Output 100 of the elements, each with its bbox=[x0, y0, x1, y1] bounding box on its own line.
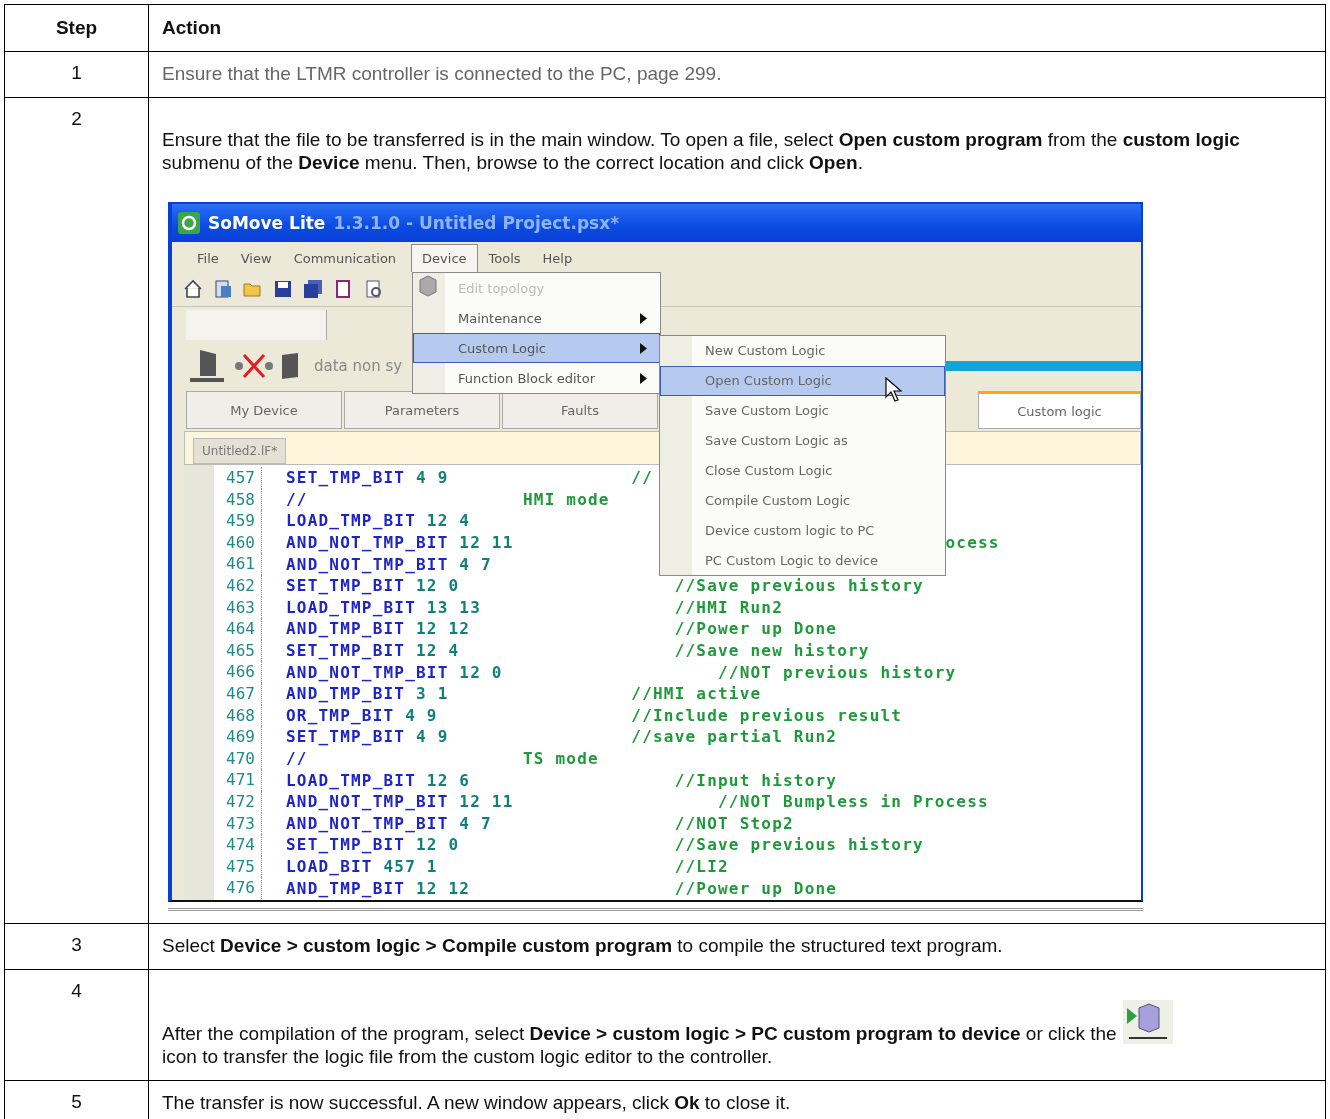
line-number: 469 bbox=[214, 726, 262, 748]
step-number: 1 bbox=[4, 51, 149, 98]
tab[interactable]: My Device bbox=[186, 391, 342, 429]
code-comment: TS mode bbox=[523, 749, 599, 768]
menu-item[interactable]: Device bbox=[411, 244, 478, 272]
instruction-text: icon to transfer the logic file from the custom logic editor to the controller. bbox=[162, 1045, 774, 1068]
window-title: SoMove Lite bbox=[208, 213, 326, 233]
line-number: 473 bbox=[214, 812, 262, 835]
menu-option[interactable]: PC Custom Logic to device bbox=[660, 545, 945, 576]
connection-status: data non sy bbox=[314, 357, 403, 375]
line-number: 462 bbox=[214, 574, 262, 597]
column-header: Step bbox=[4, 4, 149, 52]
instruction-text: After the compilation of the program, select Device > custom logic > PC custom program to device or click the bbox=[162, 1023, 1117, 1044]
code-comment: //Save new history bbox=[674, 641, 870, 661]
tab[interactable]: Parameters bbox=[344, 391, 500, 429]
app-logo-icon bbox=[178, 212, 200, 234]
menu-option[interactable]: New Custom Logic bbox=[660, 336, 945, 366]
home-icon[interactable] bbox=[182, 278, 204, 300]
code-line: OR_TMP_BIT 4 9 bbox=[286, 705, 439, 725]
step-number: 2 bbox=[4, 97, 149, 924]
code-line: SET_TMP_BIT 4 9 bbox=[286, 468, 450, 488]
code-comment: //save partial Run2 bbox=[631, 727, 838, 747]
line-number: 470 bbox=[214, 747, 262, 770]
menu-option[interactable]: Custom Logic bbox=[413, 333, 660, 363]
line-number: 461 bbox=[214, 553, 262, 575]
code-line: AND_TMP_BIT 3 1 bbox=[286, 684, 450, 704]
code-line: AND_TMP_BIT 12 12 bbox=[286, 619, 472, 639]
submenu-arrow-icon bbox=[640, 342, 647, 354]
code-line: AND_NOT_TMP_BIT 12 11 bbox=[286, 533, 515, 553]
code-line: SET_TMP_BIT 4 9 bbox=[286, 727, 450, 747]
menu-option[interactable]: Close Custom Logic bbox=[660, 455, 945, 486]
window-subtitle: 1.3.1.0 - Untitled Project.psx* bbox=[333, 213, 620, 233]
line-number: 475 bbox=[214, 855, 262, 878]
line-number: 459 bbox=[214, 510, 262, 532]
code-comment: // bbox=[631, 468, 653, 488]
line-number: 476 bbox=[214, 877, 262, 899]
line-number: 465 bbox=[214, 639, 262, 662]
line-number: 467 bbox=[214, 682, 262, 705]
menu-option[interactable]: Function Block editor bbox=[413, 363, 660, 393]
menu-option[interactable]: Maintenance bbox=[413, 303, 660, 333]
code-comment: //NOT Stop2 bbox=[674, 813, 794, 833]
menu-item[interactable]: Tools bbox=[477, 244, 532, 272]
code-comment: //NOT previous history bbox=[718, 662, 957, 682]
code-comment: //HMI Run2 bbox=[674, 597, 783, 617]
device-icon bbox=[280, 351, 300, 381]
menu-item[interactable]: File bbox=[186, 244, 230, 272]
code-comment: //Save previous history bbox=[674, 835, 924, 855]
document-tab[interactable]: Untitled2.lF* bbox=[193, 438, 287, 464]
code-comment: //LI2 bbox=[674, 857, 729, 876]
mouse-cursor-icon bbox=[885, 377, 903, 403]
menu-item[interactable]: Help bbox=[531, 244, 584, 272]
code-line: // bbox=[286, 749, 309, 768]
line-number: 460 bbox=[214, 531, 262, 554]
code-line: SET_TMP_BIT 12 4 bbox=[286, 641, 461, 661]
step-number: 5 bbox=[4, 1080, 149, 1119]
submenu-arrow-icon bbox=[640, 312, 647, 324]
menu-item[interactable]: View bbox=[229, 244, 283, 272]
line-number: 464 bbox=[214, 618, 262, 640]
step-number: 3 bbox=[4, 923, 149, 970]
menu-option[interactable]: Device custom logic to PC bbox=[660, 515, 945, 546]
code-line: // bbox=[286, 489, 309, 509]
code-line: AND_NOT_TMP_BIT 4 7 bbox=[286, 554, 493, 574]
cube-icon bbox=[416, 274, 440, 298]
line-number: 474 bbox=[214, 834, 262, 856]
code-line: SET_TMP_BIT 12 0 bbox=[286, 835, 461, 855]
line-number: 466 bbox=[214, 661, 262, 683]
code-line: LOAD_TMP_BIT 13 13 bbox=[286, 597, 482, 617]
line-number: 468 bbox=[214, 704, 262, 727]
submenu-arrow-icon bbox=[640, 372, 647, 384]
menu-option[interactable]: Save Custom Logic bbox=[660, 395, 945, 426]
menu-option[interactable]: Open Custom Logic bbox=[660, 365, 945, 396]
menu-item[interactable]: Communication bbox=[282, 244, 408, 272]
transfer-to-device-icon bbox=[1122, 1000, 1173, 1044]
line-number: 457 bbox=[214, 467, 262, 489]
code-line: AND_NOT_TMP_BIT 12 0 bbox=[286, 662, 504, 682]
code-comment: //Input history bbox=[674, 770, 838, 790]
tab[interactable]: Custom logic bbox=[978, 391, 1141, 429]
save-icon[interactable] bbox=[272, 278, 294, 300]
save-all-icon[interactable] bbox=[302, 278, 324, 300]
code-comment: //Power up Done bbox=[674, 878, 838, 898]
line-number: 463 bbox=[214, 596, 262, 619]
line-number: 472 bbox=[214, 790, 262, 813]
instruction-text: Select Device > custom logic > Compile custom program to compile the structured text program. bbox=[162, 935, 1003, 956]
code-comment: //Include previous result bbox=[631, 705, 903, 725]
menu-option[interactable]: Compile Custom Logic bbox=[660, 485, 945, 516]
column-header: Action bbox=[148, 4, 1326, 52]
menu-option[interactable]: Save Custom Logic as bbox=[660, 425, 945, 456]
code-comment: HMI mode bbox=[523, 489, 610, 509]
code-line: AND_NOT_TMP_BIT 4 7 bbox=[286, 813, 493, 833]
line-number: 471 bbox=[214, 769, 262, 791]
code-comment: //NOT Bumpless in Process bbox=[718, 792, 989, 812]
code-comment: //Power up Done bbox=[674, 619, 838, 639]
code-line: LOAD_TMP_BIT 12 6 bbox=[286, 770, 472, 790]
disconnected-icon bbox=[234, 351, 274, 381]
code-comment: //Save previous history bbox=[674, 576, 924, 596]
line-number: 458 bbox=[214, 488, 262, 511]
code-line: SET_TMP_BIT 12 0 bbox=[286, 576, 461, 596]
code-line: AND_TMP_BIT 12 12 bbox=[286, 878, 472, 898]
new-document-icon[interactable] bbox=[212, 278, 234, 300]
code-comment: //HMI active bbox=[631, 684, 762, 704]
